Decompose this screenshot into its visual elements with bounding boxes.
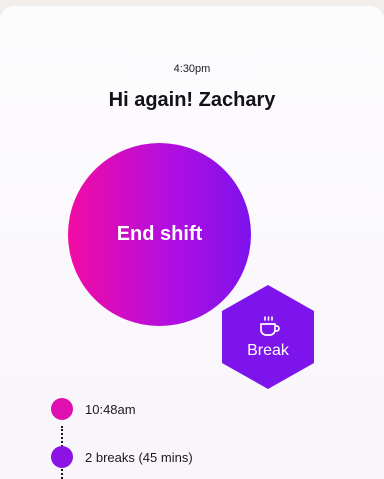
current-time: 4:30pm [173,63,211,75]
timeline-dot-start [51,398,73,420]
shift-card: 4:30pm Hi again! Zachary End shift Break… [0,6,384,479]
greeting-title: Hi again! Zachary [108,89,276,111]
break-button[interactable]: Break [222,285,314,389]
coffee-cup-icon [260,316,280,336]
break-label: Break [247,342,289,359]
timeline-breaks-summary: 2 breaks (45 mins) [85,450,193,465]
end-shift-label: End shift [116,223,203,245]
timeline-dot-breaks [51,446,73,468]
timeline-start-time: 10:48am [85,402,136,417]
